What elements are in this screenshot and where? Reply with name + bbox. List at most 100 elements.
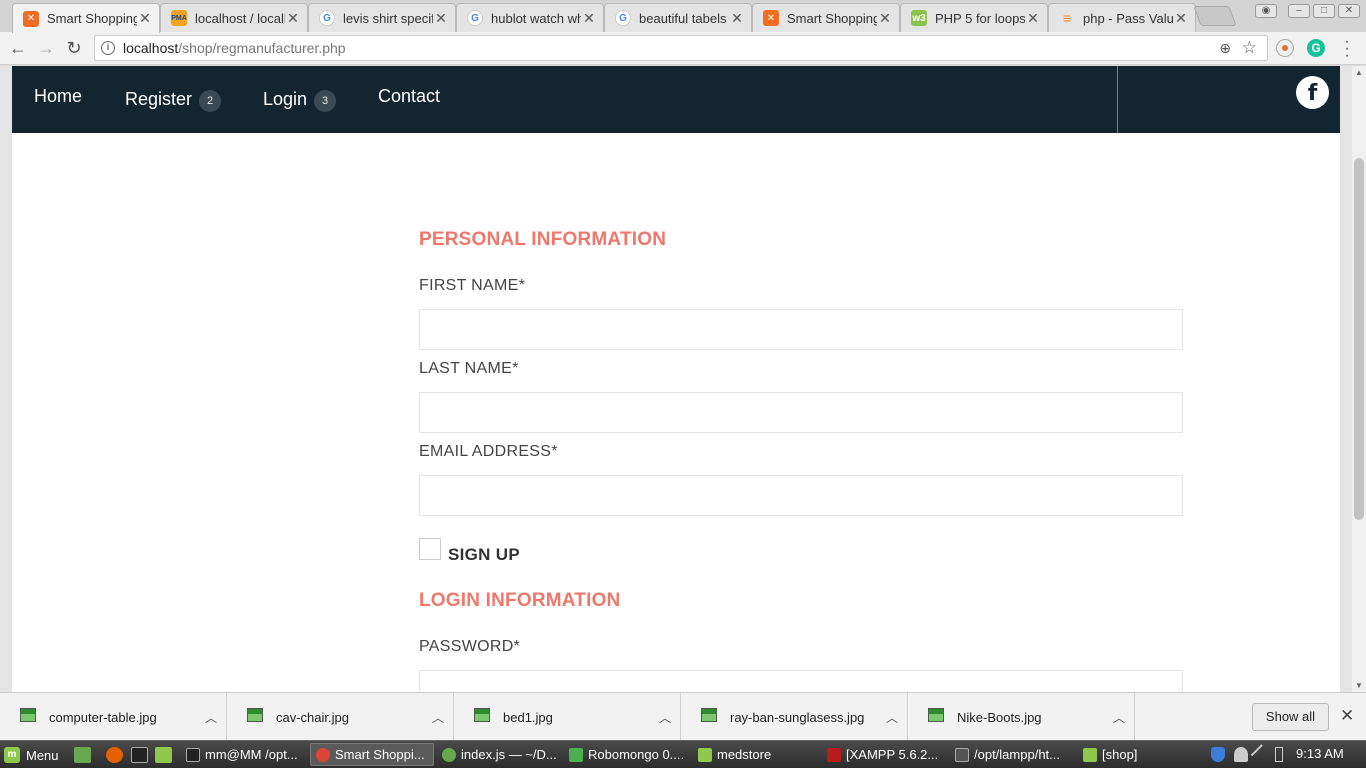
scrollbar-thumb[interactable] — [1354, 158, 1364, 520]
zoom-icon[interactable]: ⊕ — [1219, 40, 1231, 57]
signup-checkbox[interactable] — [419, 538, 441, 560]
phpmyadmin-icon: PMA — [171, 10, 187, 26]
download-filename: computer-table.jpg — [49, 709, 157, 725]
scroll-up-icon[interactable]: ▲ — [1355, 68, 1363, 77]
user-icon[interactable] — [1234, 747, 1248, 762]
close-tab-icon[interactable]: ✕ — [581, 10, 597, 27]
taskbar-task[interactable]: Robomongo 0.... — [564, 743, 688, 766]
browser-tab[interactable]: G beautiful tabels ✕ — [604, 3, 752, 32]
battery-icon[interactable] — [1275, 747, 1283, 762]
address-bar[interactable]: i localhost/shop/regmanufacturer.php ⊕ ☆ — [94, 35, 1268, 61]
chevron-up-icon[interactable]: ︿ — [423, 709, 453, 726]
maximize-window-button[interactable]: □ — [1313, 4, 1335, 18]
browser-menu-icon[interactable]: · · · — [1342, 34, 1352, 64]
download-item[interactable]: bed1.jpg ︿ — [454, 693, 681, 741]
nav-contact[interactable]: Contact — [378, 86, 440, 107]
info-icon[interactable]: i — [101, 41, 115, 55]
close-tab-icon[interactable]: ✕ — [285, 10, 301, 27]
download-item[interactable]: cav-chair.jpg ︿ — [227, 693, 454, 741]
xampp-icon: ✕ — [23, 10, 39, 27]
last-name-label: LAST NAME* — [419, 360, 519, 377]
browser-tab-title: levis shirt specifications — [343, 10, 433, 26]
last-name-field[interactable] — [419, 392, 1183, 433]
forward-icon[interactable]: → — [34, 37, 58, 59]
shield-icon[interactable] — [1211, 747, 1225, 762]
download-item[interactable]: ray-ban-sunglasess.jpg ︿ — [681, 693, 908, 741]
nav-login[interactable]: Login 3 — [263, 86, 337, 112]
download-item[interactable]: computer-table.jpg ︿ — [0, 693, 227, 741]
email-field[interactable] — [419, 475, 1183, 516]
nav-divider — [1117, 66, 1118, 133]
close-window-button[interactable]: ✕ — [1338, 4, 1360, 18]
reload-icon[interactable]: ↻ — [62, 37, 86, 59]
start-menu-button[interactable]: m Menu — [4, 745, 59, 765]
password-field[interactable] — [419, 670, 1183, 692]
close-tab-icon[interactable]: ✕ — [1025, 10, 1041, 27]
bookmark-star-icon[interactable]: ☆ — [1242, 38, 1257, 58]
extension-icon[interactable] — [1276, 39, 1294, 57]
terminal-icon[interactable] — [131, 747, 148, 763]
nav-register-label: Register — [125, 88, 193, 109]
nav-register[interactable]: Register 2 — [125, 86, 222, 112]
taskbar-task[interactable]: [shop] — [1078, 743, 1202, 766]
network-icon[interactable] — [1250, 744, 1272, 765]
taskbar-task-title: Smart Shoppi... — [335, 747, 425, 762]
xampp-icon — [827, 747, 841, 762]
taskbar-task-title: Robomongo 0.... — [588, 747, 685, 762]
download-filename: bed1.jpg — [503, 709, 553, 725]
taskbar-task[interactable]: [XAMPP 5.6.2... — [822, 743, 946, 766]
folder-icon — [698, 747, 712, 762]
browser-tab[interactable]: w3 PHP 5 for loops ✕ — [900, 3, 1048, 32]
show-desktop-icon[interactable] — [74, 747, 91, 763]
browser-tab[interactable]: ✕ Smart Shopping ✕ — [752, 3, 900, 32]
stackoverflow-icon: ≡ — [1062, 10, 1072, 26]
download-item[interactable]: Nike-Boots.jpg ︿ — [908, 693, 1135, 741]
grammarly-icon[interactable]: G — [1307, 39, 1325, 57]
browser-tab[interactable]: ✕ Smart Shopping ✕ — [12, 3, 160, 33]
browser-tab[interactable]: G levis shirt specifications ✕ — [308, 3, 456, 32]
close-tab-icon[interactable]: ✕ — [433, 10, 449, 27]
clock[interactable]: 9:13 AM — [1296, 746, 1344, 761]
nav-home-label: Home — [34, 86, 83, 106]
taskbar-task[interactable]: medstore — [693, 743, 817, 766]
chevron-up-icon[interactable]: ︿ — [877, 709, 907, 726]
password-label: PASSWORD* — [419, 638, 521, 655]
browser-tab-title: php - Pass Value — [1083, 10, 1173, 26]
page-scrollbar[interactable]: ▲ ▼ — [1352, 66, 1366, 692]
close-shelf-icon[interactable]: ✕ — [1340, 706, 1354, 726]
close-tab-icon[interactable]: ✕ — [877, 10, 893, 27]
taskbar-task[interactable]: /opt/lampp/ht... — [950, 743, 1074, 766]
download-filename: Nike-Boots.jpg — [957, 709, 1042, 725]
mint-logo-icon: m — [4, 747, 20, 763]
facebook-icon[interactable]: f — [1296, 76, 1329, 109]
browser-tab-title: Smart Shopping — [47, 11, 137, 26]
url-host: localhost — [123, 40, 179, 56]
close-tab-icon[interactable]: ✕ — [1173, 10, 1189, 27]
minimize-window-button[interactable]: – — [1288, 4, 1310, 18]
show-all-downloads-button[interactable]: Show all — [1252, 703, 1329, 731]
profile-icon[interactable]: ◉ — [1255, 4, 1277, 18]
close-tab-icon[interactable]: ✕ — [729, 10, 745, 27]
atom-icon — [442, 747, 456, 762]
downloads-shelf: computer-table.jpg ︿ cav-chair.jpg ︿ bed… — [0, 692, 1366, 741]
chevron-up-icon[interactable]: ︿ — [196, 709, 226, 726]
image-file-icon — [701, 708, 717, 722]
scroll-down-icon[interactable]: ▼ — [1355, 681, 1363, 690]
taskbar-task[interactable]: index.js — ~/D... — [437, 743, 561, 766]
nav-contact-label: Contact — [378, 86, 441, 106]
taskbar-task[interactable]: Smart Shoppi... — [310, 743, 434, 766]
first-name-field[interactable] — [419, 309, 1183, 350]
browser-tab[interactable]: ≡ php - Pass Value ✕ — [1048, 3, 1196, 32]
browser-tab[interactable]: G hublot watch white ✕ — [456, 3, 604, 32]
nav-home[interactable]: Home — [34, 86, 82, 107]
chevron-up-icon[interactable]: ︿ — [650, 709, 680, 726]
taskbar-task[interactable]: mm@MM /opt... — [181, 743, 307, 766]
close-tab-icon[interactable]: ✕ — [137, 10, 153, 27]
chevron-up-icon[interactable]: ︿ — [1104, 709, 1134, 726]
browser-tab[interactable]: PMA localhost / localhost ✕ — [160, 3, 308, 32]
browser-tab-title: localhost / localhost — [195, 10, 285, 26]
firefox-icon[interactable] — [106, 747, 123, 763]
folder-icon[interactable] — [155, 747, 172, 763]
new-tab-button[interactable] — [1193, 6, 1237, 26]
back-icon[interactable]: ← — [6, 37, 30, 59]
